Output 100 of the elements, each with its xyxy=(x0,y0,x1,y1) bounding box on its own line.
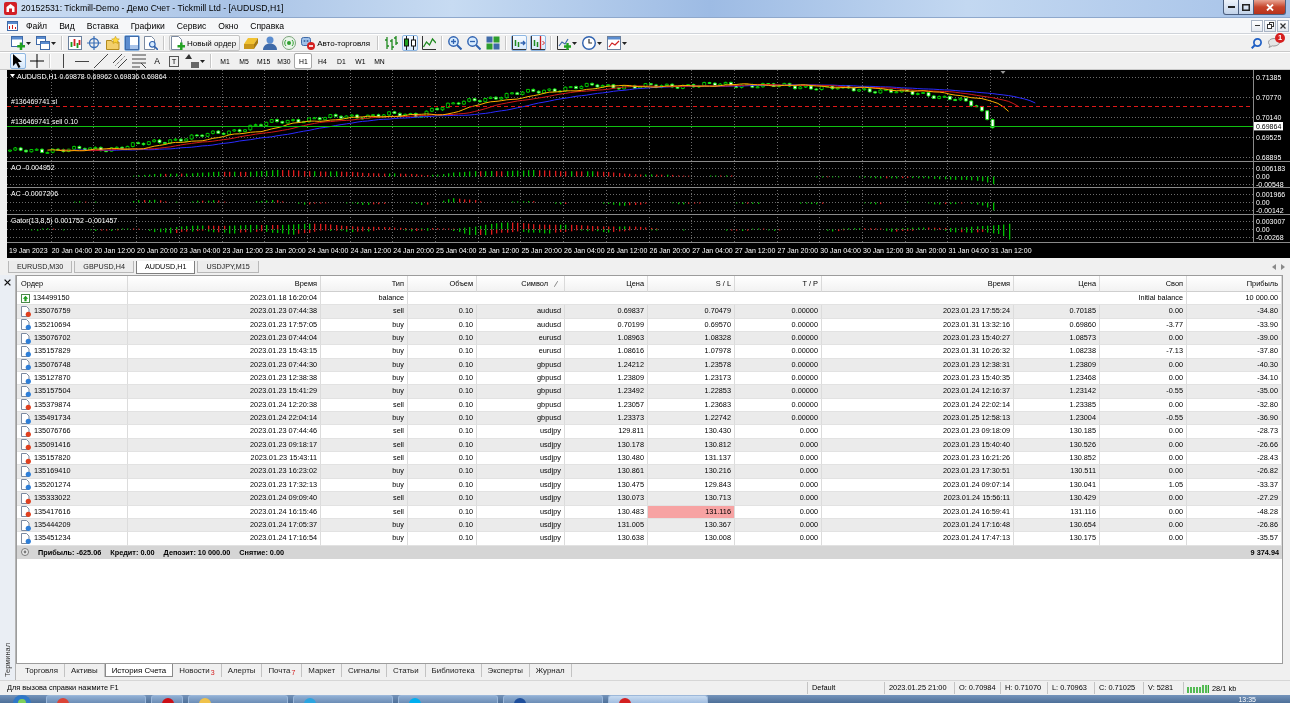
new-order-button[interactable]: Новый ордер xyxy=(169,35,241,51)
collapse-triangle-icon[interactable] xyxy=(10,74,15,78)
indicators-button[interactable] xyxy=(556,35,579,51)
minimize-button[interactable] xyxy=(1223,0,1239,15)
close-button[interactable] xyxy=(1253,0,1286,15)
taskbar-button[interactable] xyxy=(151,695,183,703)
user-icon xyxy=(263,36,278,50)
window-title: 20152531: Tickmill-Demo - Демо Счет - Tickmill Ltd - [AUDUSD,H1] xyxy=(21,2,284,15)
caret-icon xyxy=(622,41,628,45)
vertical-line-icon xyxy=(61,54,65,68)
terminal-button[interactable] xyxy=(124,35,140,51)
line-chart-icon xyxy=(422,36,437,50)
star-folder-icon xyxy=(106,36,120,50)
document-icon xyxy=(21,519,31,531)
app-icon xyxy=(409,697,421,703)
shapes-icon xyxy=(185,54,199,68)
target-icon xyxy=(87,36,101,50)
new-chart-button[interactable] xyxy=(10,35,32,51)
document-icon xyxy=(21,332,31,344)
chart-arrow-icon xyxy=(512,36,527,50)
app-icon xyxy=(199,697,211,703)
arrow-left-icon[interactable] xyxy=(1272,264,1276,270)
account-button[interactable] xyxy=(262,35,279,51)
document-icon xyxy=(21,466,31,478)
menu-item[interactable]: Сервис xyxy=(170,18,213,33)
zoom-in-button[interactable] xyxy=(447,35,464,51)
editor-button[interactable] xyxy=(243,35,260,51)
ring-icon xyxy=(21,548,29,557)
ingot-icon xyxy=(244,36,259,50)
line-chart-button[interactable] xyxy=(421,35,438,51)
caret-icon xyxy=(26,41,31,45)
menu-item[interactable]: Окно xyxy=(212,18,245,33)
zoom-out-icon xyxy=(467,36,482,50)
menu-item[interactable]: Справка xyxy=(244,18,290,33)
chart-shift-button[interactable] xyxy=(530,35,547,51)
restore-button[interactable] xyxy=(1264,19,1276,32)
zoom-out-button[interactable] xyxy=(466,35,483,51)
minimize-icon xyxy=(1254,25,1260,26)
caret-icon xyxy=(51,41,56,45)
caret-icon xyxy=(597,41,603,45)
app-icon xyxy=(619,697,631,703)
shapes-button[interactable] xyxy=(184,53,206,69)
document-icon xyxy=(21,306,31,317)
caret-icon xyxy=(200,59,205,63)
auto-trading-button[interactable]: Авто-торговля xyxy=(300,35,374,51)
close-icon[interactable] xyxy=(4,279,11,286)
menu-item[interactable]: Файл xyxy=(20,18,54,33)
crosshair-icon xyxy=(30,54,44,68)
document-icon xyxy=(21,346,31,358)
market-watch-button[interactable] xyxy=(67,35,83,51)
app-icon xyxy=(514,697,526,703)
search-icon[interactable] xyxy=(1251,37,1262,49)
app-icon xyxy=(57,697,69,703)
cursor-button[interactable] xyxy=(10,53,26,69)
document-icon xyxy=(21,399,31,411)
signals-button[interactable] xyxy=(281,35,298,51)
menu-item[interactable]: Вставка xyxy=(80,18,125,33)
arrow-square-icon xyxy=(21,293,30,303)
menu-item[interactable]: Графики xyxy=(124,18,171,33)
menu-item[interactable]: Вид xyxy=(53,18,81,33)
chart-shift-icon xyxy=(531,36,546,50)
tester-button[interactable] xyxy=(143,35,159,51)
candlestick-button[interactable] xyxy=(402,35,419,51)
text-tool-button[interactable]: A xyxy=(150,53,164,69)
arrow-right-icon[interactable] xyxy=(1281,264,1285,270)
bars-icon xyxy=(1187,683,1209,693)
trend-line-button[interactable] xyxy=(93,53,109,69)
document-icon xyxy=(21,319,31,331)
navigator-button[interactable] xyxy=(86,35,102,51)
document-icon xyxy=(21,506,31,518)
trend-line-icon xyxy=(94,54,108,68)
app-icon xyxy=(304,697,316,703)
tile-windows-button[interactable] xyxy=(485,35,502,51)
document-icon xyxy=(21,359,31,371)
document-icon xyxy=(21,439,31,451)
document-icon xyxy=(21,426,31,438)
chart-plus-icon xyxy=(557,36,572,50)
document-icon xyxy=(21,479,31,491)
orb-icon xyxy=(13,695,31,703)
minimize-button[interactable] xyxy=(1251,19,1263,32)
zoom-in-icon xyxy=(448,36,463,50)
close-icon xyxy=(1280,22,1286,29)
logo-icon xyxy=(4,2,17,15)
document-icon xyxy=(21,412,31,424)
maximize-button[interactable] xyxy=(1238,0,1254,15)
document-icon xyxy=(21,452,31,464)
taskbar-button[interactable] xyxy=(503,695,603,703)
document-icon xyxy=(21,386,31,398)
profiles-button[interactable] xyxy=(35,35,57,51)
document-icon xyxy=(21,532,31,544)
auto-scroll-button[interactable] xyxy=(511,35,528,51)
close-button[interactable] xyxy=(1277,19,1289,32)
templates-button[interactable] xyxy=(606,35,629,51)
horizontal-line-icon xyxy=(75,59,89,63)
caret-icon xyxy=(572,41,578,45)
periods-button[interactable] xyxy=(581,35,604,51)
taskbar-button[interactable] xyxy=(608,695,708,703)
document-icon xyxy=(21,372,31,384)
close-icon xyxy=(1265,3,1274,11)
crosshair-button[interactable] xyxy=(29,53,45,69)
